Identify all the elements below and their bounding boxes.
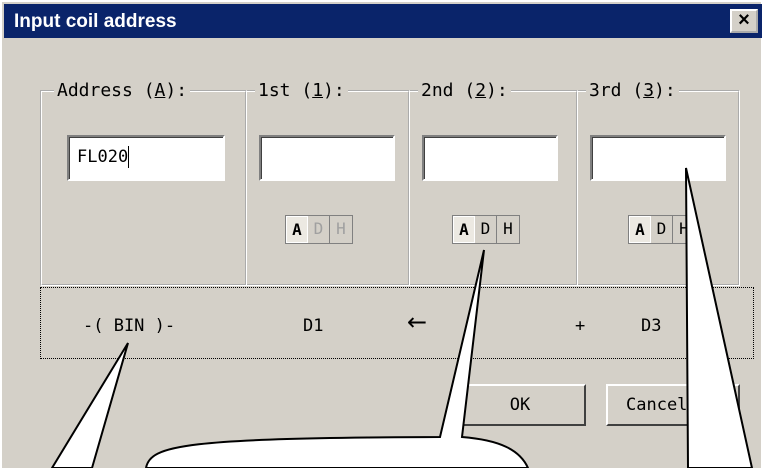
callout-bubble [144, 249, 530, 468]
callout-overlay [50, 167, 754, 468]
callout-pointer-right [685, 167, 754, 468]
callout-pointer-left [50, 342, 129, 468]
